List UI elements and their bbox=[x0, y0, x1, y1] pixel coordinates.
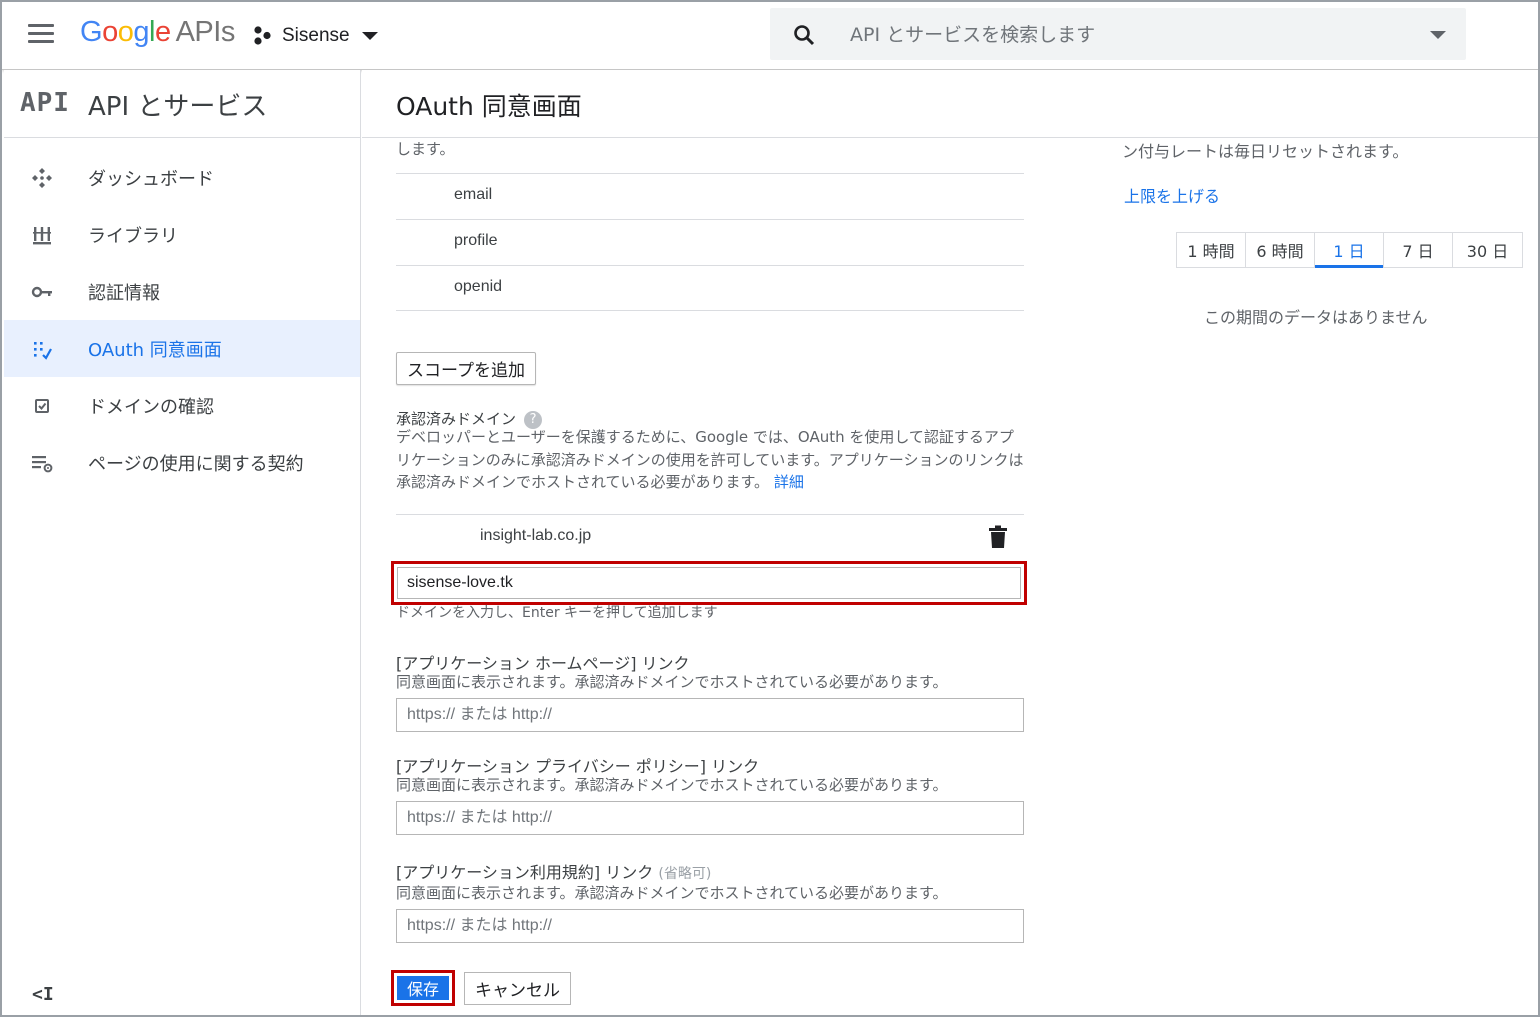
search-icon bbox=[794, 25, 815, 46]
sidebar-item-library[interactable]: ライブラリ bbox=[4, 206, 360, 263]
scope-name: email bbox=[454, 186, 493, 203]
privacy-policy-link-description: 同意画面に表示されます。承認済みドメインでホストされている必要があります。 bbox=[396, 776, 948, 794]
sidebar: API API とサービス ダッシュボード ライブラリ 認証情報 OAuth 同… bbox=[4, 70, 361, 1015]
dashboard-icon bbox=[32, 168, 52, 188]
scope-description-tail: します。 bbox=[396, 140, 455, 158]
domain-input-hint: ドメインを入力し、Enter キーを押して追加します bbox=[396, 605, 718, 621]
project-dots-icon bbox=[254, 26, 271, 45]
authorized-domain-value: insight-lab.co.jp bbox=[480, 527, 592, 544]
checkbox-icon bbox=[35, 399, 49, 413]
scope-name: profile bbox=[454, 232, 498, 249]
sidebar-item-label: ドメインの確認 bbox=[88, 396, 214, 418]
sidebar-nav: ダッシュボード ライブラリ 認証情報 OAuth 同意画面 ドメインの確認 ペー… bbox=[4, 149, 360, 491]
sidebar-item-label: ページの使用に関する契約 bbox=[88, 453, 304, 475]
search-placeholder: API とサービスを検索します bbox=[850, 24, 1096, 46]
homepage-link-input[interactable] bbox=[396, 698, 1024, 732]
range-1-day[interactable]: 1 日 bbox=[1315, 233, 1384, 268]
settings-list-icon bbox=[32, 456, 53, 473]
sidebar-item-label: ライブラリ bbox=[88, 225, 178, 247]
library-icon bbox=[33, 227, 51, 245]
project-selector[interactable]: Sisense bbox=[252, 22, 378, 50]
sidebar-item-label: OAuth 同意画面 bbox=[88, 339, 222, 361]
key-icon bbox=[31, 286, 52, 298]
browser-frame: Google APIs Sisense API とサービスを検索します API A… bbox=[0, 0, 1540, 1017]
main-content: します。 email profile openid スコープを追加 承認済みドメ… bbox=[362, 138, 1538, 1015]
raise-limit-link[interactable]: 上限を上げる bbox=[1124, 183, 1220, 207]
collapse-sidebar-icon[interactable]: <I bbox=[32, 984, 54, 1005]
terms-of-service-link-input[interactable] bbox=[396, 909, 1024, 943]
range-1-hour[interactable]: 1 時間 bbox=[1177, 233, 1246, 267]
save-button-highlight: 保存 bbox=[391, 970, 455, 1006]
caret-down-icon bbox=[361, 32, 378, 40]
top-bar: Google APIs Sisense API とサービスを検索します bbox=[2, 2, 1538, 70]
details-link[interactable]: 詳細 bbox=[774, 473, 804, 491]
authorized-domains-description: デベロッパーとユーザーを保護するために、Google では、OAuth を使用し… bbox=[396, 426, 1026, 494]
no-data-message: この期間のデータはありません bbox=[1204, 308, 1428, 327]
domain-input[interactable] bbox=[397, 567, 1021, 599]
homepage-link-description: 同意画面に表示されます。承認済みドメインでホストされている必要があります。 bbox=[396, 673, 948, 691]
main-header: OAuth 同意画面 bbox=[362, 70, 1538, 138]
project-name: Sisense bbox=[282, 25, 350, 46]
range-7-days[interactable]: 7 日 bbox=[1384, 233, 1453, 267]
scope-name: openid bbox=[454, 278, 503, 295]
trash-icon[interactable] bbox=[988, 525, 1008, 549]
scope-row: openid bbox=[396, 265, 1024, 311]
terms-of-service-link-description: 同意画面に表示されます。承認済みドメインでホストされている必要があります。 bbox=[396, 884, 948, 902]
add-scope-button[interactable]: スコープを追加 bbox=[396, 352, 536, 385]
sidebar-item-dashboard[interactable]: ダッシュボード bbox=[4, 149, 360, 206]
api-logo-icon: API bbox=[20, 88, 70, 118]
sidebar-title: API とサービス bbox=[88, 92, 268, 122]
optional-tag: (省略可) bbox=[658, 866, 712, 882]
time-range-selector: 1 時間 6 時間 1 日 7 日 30 日 bbox=[1176, 232, 1523, 268]
sidebar-item-credentials[interactable]: 認証情報 bbox=[4, 263, 360, 320]
sidebar-item-oauth-consent[interactable]: OAuth 同意画面 bbox=[4, 320, 360, 377]
terms-of-service-title: [アプリケーション利用規約] リンク bbox=[396, 863, 654, 882]
sidebar-item-domain-verification[interactable]: ドメインの確認 bbox=[4, 377, 360, 434]
sidebar-header: API API とサービス bbox=[4, 70, 360, 138]
sidebar-item-page-usage-agreements[interactable]: ページの使用に関する契約 bbox=[4, 434, 360, 491]
cancel-button[interactable]: キャンセル bbox=[464, 972, 571, 1005]
scope-row: email bbox=[396, 173, 1024, 219]
scope-row: profile bbox=[396, 219, 1024, 265]
terms-of-service-link-label: [アプリケーション利用規約] リンク (省略可) bbox=[396, 859, 711, 883]
hamburger-icon[interactable] bbox=[28, 24, 54, 44]
domain-input-highlight bbox=[391, 561, 1027, 605]
save-button[interactable]: 保存 bbox=[397, 976, 449, 1000]
privacy-policy-link-input[interactable] bbox=[396, 801, 1024, 835]
range-6-hours[interactable]: 6 時間 bbox=[1246, 233, 1315, 267]
range-30-days[interactable]: 30 日 bbox=[1453, 233, 1522, 267]
search-box[interactable]: API とサービスを検索します bbox=[770, 8, 1466, 60]
sidebar-item-label: 認証情報 bbox=[88, 282, 160, 304]
page-title: OAuth 同意画面 bbox=[396, 92, 582, 121]
consent-screen-icon bbox=[34, 342, 52, 360]
description-text: デベロッパーとユーザーを保護するために、Google では、OAuth を使用し… bbox=[396, 428, 1024, 491]
google-apis-logo[interactable]: Google APIs bbox=[80, 16, 235, 49]
sidebar-item-label: ダッシュボード bbox=[88, 168, 214, 190]
quota-reset-text: ン付与レートは毎日リセットされます。 bbox=[1122, 142, 1409, 161]
search-caret-icon[interactable] bbox=[1430, 31, 1446, 39]
authorized-domain-row: insight-lab.co.jp bbox=[396, 514, 1024, 560]
